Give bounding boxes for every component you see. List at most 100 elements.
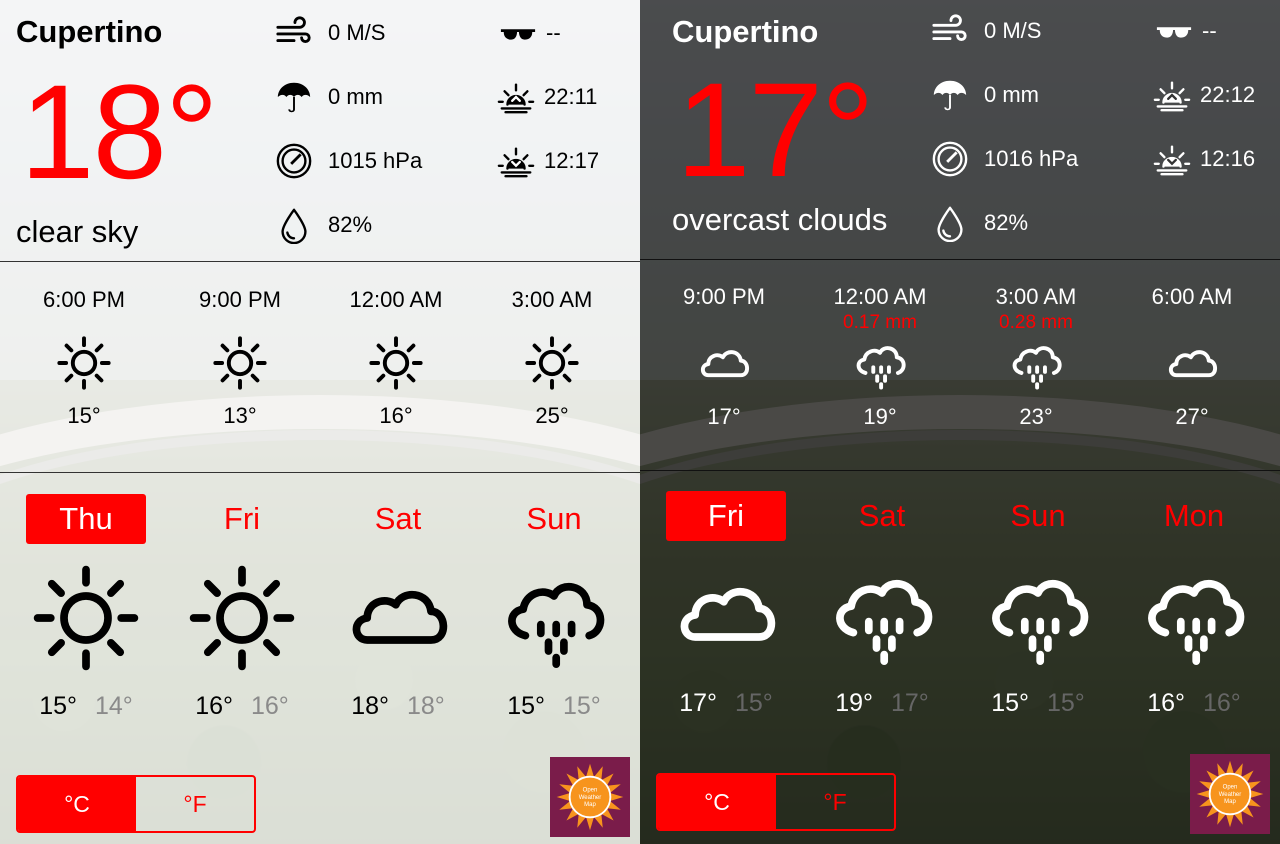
day-tab[interactable]: Fri	[666, 491, 786, 541]
wind-value: 0 M/S	[984, 18, 1042, 43]
hourly-temp: 19°	[863, 404, 897, 429]
day-tab[interactable]: Sun	[494, 494, 614, 544]
celsius-button[interactable]: °C	[658, 775, 776, 829]
daily-item[interactable]: Mon 16° 16°	[1116, 491, 1272, 718]
humidity-stat: 82%	[274, 205, 372, 245]
daily-item[interactable]: Fri 17° 15°	[648, 491, 804, 718]
barometer-icon	[274, 141, 314, 181]
openweathermap-logo[interactable]: Open Weather Map	[550, 757, 630, 837]
hourly-time: 3:00 AM	[995, 284, 1077, 309]
day-tab[interactable]: Sun	[978, 491, 1098, 541]
low-temp: 15°	[735, 689, 773, 717]
hourly-item: 9:00 PM 17°	[646, 284, 802, 430]
droplet-icon	[274, 205, 314, 245]
high-temp: 15°	[507, 692, 545, 720]
day-tab[interactable]: Thu	[26, 494, 146, 544]
rain-amount: 0.17 mm	[843, 312, 917, 333]
divider	[640, 470, 1280, 471]
day-tab[interactable]: Sat	[338, 494, 458, 544]
visibility-stat: --	[498, 13, 561, 53]
svg-text:Weather: Weather	[579, 795, 602, 801]
hourly-time: 12:00 AM	[833, 284, 927, 309]
low-temp: 15°	[563, 692, 601, 720]
current-temperature: 17°	[676, 56, 875, 205]
sunrise-stat: 22:12	[1152, 75, 1255, 115]
hourly-time: 6:00 PM	[43, 287, 125, 312]
sunset-icon	[1152, 139, 1192, 179]
day-tab[interactable]: Mon	[1134, 491, 1254, 541]
visibility-value: --	[1202, 18, 1217, 43]
low-temp: 16°	[251, 692, 289, 720]
celsius-button[interactable]: °C	[18, 777, 136, 831]
daily-item[interactable]: Sun 15° 15°	[960, 491, 1116, 718]
hourly-item: 12:00 AM 16°	[318, 287, 474, 429]
daily-item[interactable]: Sat 19° 17°	[804, 491, 960, 718]
sunrise-stat: 22:11	[496, 77, 597, 117]
hourly-temp: 16°	[379, 403, 413, 428]
daily-item[interactable]: Fri 16° 16°	[164, 494, 320, 721]
sunrise-value: 22:11	[544, 84, 598, 109]
hourly-temp: 15°	[67, 403, 101, 428]
pressure-stat: 1015 hPa	[274, 141, 422, 181]
sunset-value: 12:17	[544, 148, 600, 173]
low-temp: 16°	[1203, 689, 1241, 717]
weather-panel-light: Cupertino 18° clear sky 0 M/S -- 0 mm 22…	[0, 0, 640, 844]
precipitation-value: 0 mm	[328, 84, 383, 109]
high-temp: 18°	[351, 692, 389, 720]
umbrella-icon	[274, 77, 314, 117]
wind-stat: 0 M/S	[930, 11, 1041, 51]
hourly-temp: 23°	[1019, 404, 1053, 429]
high-temp: 16°	[195, 692, 233, 720]
daily-item[interactable]: Thu 15° 14°	[8, 494, 164, 721]
daily-item[interactable]: Sun 15° 15°	[476, 494, 632, 721]
hourly-item: 12:00 AM 0.17 mm 19°	[802, 284, 958, 430]
day-tab[interactable]: Sat	[822, 491, 942, 541]
low-temp: 18°	[407, 692, 445, 720]
svg-text:Weather: Weather	[1219, 792, 1242, 798]
hourly-time: 6:00 AM	[1151, 284, 1233, 309]
openweathermap-logo[interactable]: Open Weather Map	[1190, 754, 1270, 834]
fahrenheit-button[interactable]: °F	[136, 777, 254, 831]
hourly-temp: 13°	[223, 403, 257, 428]
umbrella-icon	[930, 75, 970, 115]
fahrenheit-button[interactable]: °F	[776, 775, 894, 829]
low-temp: 14°	[95, 692, 133, 720]
svg-text:Open: Open	[583, 787, 598, 793]
svg-text:Open: Open	[1223, 784, 1238, 790]
hourly-temp: 27°	[1175, 404, 1209, 429]
rain-cloud-icon	[804, 557, 960, 673]
humidity-value: 82%	[984, 210, 1029, 235]
rain-amount	[646, 312, 802, 334]
unit-toggle: °C °F	[16, 775, 256, 833]
condition-text: clear sky	[16, 214, 139, 249]
sun-icon	[318, 333, 474, 393]
high-temp: 15°	[39, 692, 77, 720]
sunset-stat: 12:16	[1152, 139, 1255, 179]
rain-amount: 0.28 mm	[999, 312, 1073, 333]
cloud-icon	[646, 334, 802, 394]
sunrise-icon	[496, 77, 536, 117]
low-temp: 15°	[1047, 689, 1085, 717]
high-temp: 15°	[991, 689, 1029, 717]
sun-icon	[162, 333, 318, 393]
daily-item[interactable]: Sat 18° 18°	[320, 494, 476, 721]
hourly-item: 3:00 AM 25°	[474, 287, 630, 429]
rain-cloud-icon	[476, 560, 632, 676]
wind-stat: 0 M/S	[274, 13, 385, 53]
wind-value: 0 M/S	[328, 20, 386, 45]
hourly-time: 3:00 AM	[511, 287, 593, 312]
visibility-value: --	[546, 20, 561, 45]
hourly-temp: 25°	[535, 403, 569, 428]
visibility-stat: --	[1154, 11, 1217, 51]
city-name: Cupertino	[16, 14, 163, 49]
svg-text:Map: Map	[1224, 799, 1236, 805]
hourly-item: 9:00 PM 13°	[162, 287, 318, 429]
day-tab[interactable]: Fri	[182, 494, 302, 544]
pressure-value: 1016 hPa	[984, 146, 1079, 171]
high-temp: 19°	[835, 689, 873, 717]
divider	[640, 259, 1280, 260]
sun-icon	[474, 333, 630, 393]
hourly-time: 9:00 PM	[199, 287, 281, 312]
sun-icon	[8, 560, 164, 676]
hourly-time: 12:00 AM	[349, 287, 443, 312]
